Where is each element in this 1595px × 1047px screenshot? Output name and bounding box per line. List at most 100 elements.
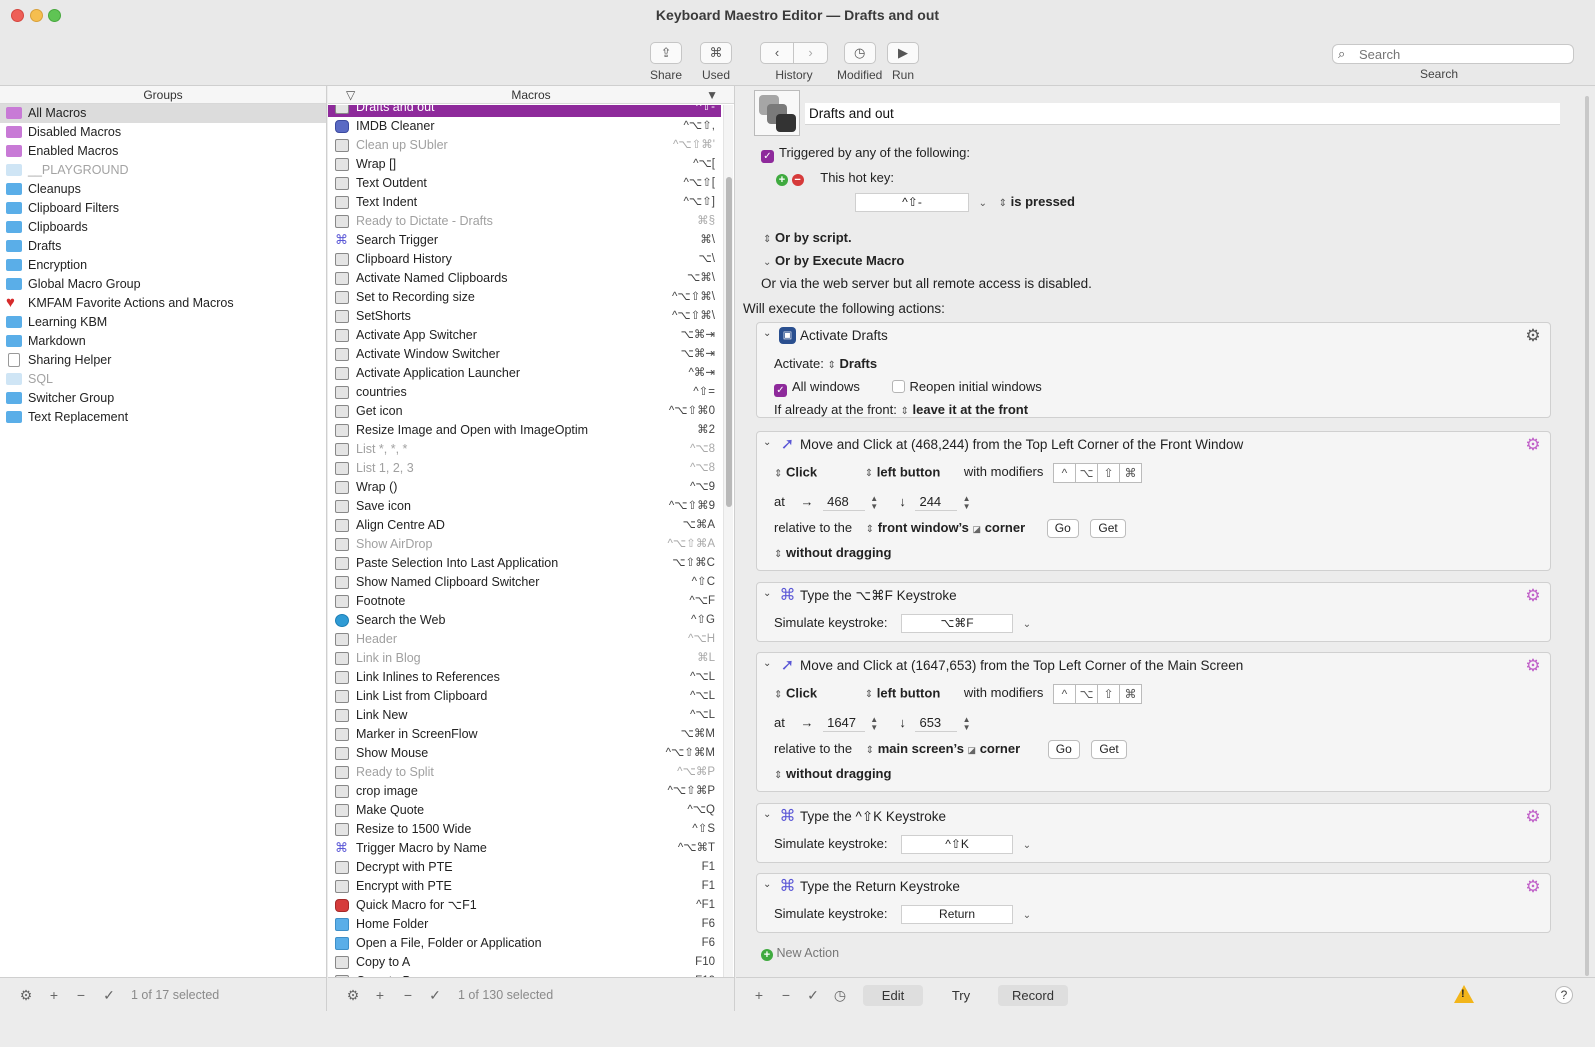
editor-scrollbar[interactable]	[1583, 96, 1591, 996]
macro-name-field[interactable]: Drafts and out	[805, 103, 1560, 125]
control-modifier-button[interactable]: ^	[1053, 463, 1076, 483]
macro-item[interactable]: Copy to A F10	[328, 953, 721, 972]
macro-item[interactable]: Link New ^⌥L	[328, 706, 721, 725]
action-type-keystroke-ctrl-shift-k[interactable]: ⌄ ⌘ Type the ^⇧K Keystroke ⚙ Simulate ke…	[756, 803, 1551, 863]
macro-item[interactable]: Activate App Switcher ⌥⌘⇥	[328, 326, 721, 345]
macro-item[interactable]: Drafts and out ^⇧-	[328, 105, 721, 117]
triggered-checkbox[interactable]: ✓	[761, 150, 774, 163]
dragging-popup[interactable]: without dragging	[786, 545, 891, 560]
gear-icon[interactable]: ⚙	[1524, 808, 1542, 826]
macro-item[interactable]: Link Inlines to References ^⌥L	[328, 668, 721, 687]
y-coordinate-field[interactable]: 244	[915, 492, 958, 511]
macro-item[interactable]: Get icon ^⌥⇧⌘0	[328, 402, 721, 421]
macro-item[interactable]: Activate Window Switcher ⌥⌘⇥	[328, 345, 721, 364]
macro-item[interactable]: IMDB Cleaner ^⌥⇧,	[328, 117, 721, 136]
y-stepper[interactable]: ▲ ▼	[961, 494, 972, 511]
macro-item[interactable]: Ready to Split ^⌥⌘P	[328, 763, 721, 782]
macro-item[interactable]: Header ^⌥H	[328, 630, 721, 649]
action-activate-drafts[interactable]: ⌄ ▣ Activate Drafts ⚙ Activate: ⇕ Drafts…	[756, 322, 1551, 418]
option-modifier-button[interactable]: ⌥	[1075, 684, 1098, 704]
sort-triangle-icon[interactable]: ▽	[346, 86, 355, 104]
dragging-popup[interactable]: without dragging	[786, 766, 891, 781]
macro-item[interactable]: ⌘ Search Trigger ⌘\	[328, 231, 721, 250]
used-toolbar-item[interactable]: ⌘ Used	[700, 42, 732, 82]
macro-item[interactable]: Show Named Clipboard Switcher ^⇧C	[328, 573, 721, 592]
click-type-popup[interactable]: Click	[786, 685, 817, 700]
macro-item[interactable]: Search the Web ^⇧G	[328, 611, 721, 630]
x-coordinate-field[interactable]: 468	[823, 492, 866, 511]
macro-item[interactable]: countries ^⇧=	[328, 383, 721, 402]
is-pressed-popup[interactable]: is pressed	[1011, 194, 1075, 209]
group-item[interactable]: __PLAYGROUND	[0, 161, 326, 180]
clock-icon[interactable]: ◷	[831, 987, 849, 1003]
remove-group-button[interactable]: −	[72, 987, 90, 1003]
macro-item[interactable]: Show Mouse ^⌥⇧⌘M	[328, 744, 721, 763]
mouse-button-popup[interactable]: left button	[877, 464, 941, 479]
group-item[interactable]: Clipboards	[0, 218, 326, 237]
mouse-button-popup[interactable]: left button	[877, 685, 941, 700]
macro-item[interactable]: Wrap () ^⌥9	[328, 478, 721, 497]
chevron-down-icon[interactable]: ⌄	[1023, 840, 1031, 851]
group-item[interactable]: Disabled Macros	[0, 123, 326, 142]
keystroke-field[interactable]: ⌥⌘F	[901, 614, 1014, 633]
chevron-down-icon[interactable]: ⌄	[979, 198, 987, 209]
macro-item[interactable]: ⌘ Trigger Macro by Name ^⌥⌘T	[328, 839, 721, 858]
gear-icon[interactable]: ⚙	[17, 987, 35, 1003]
macro-item[interactable]: Set to Recording size ^⌥⇧⌘\	[328, 288, 721, 307]
action-move-click-main-screen[interactable]: ⌄ ➚ Move and Click at (1647,653) from th…	[756, 652, 1551, 792]
relative-to-popup[interactable]: front window’s	[878, 520, 969, 535]
group-item[interactable]: Switcher Group	[0, 389, 326, 408]
macro-item[interactable]: List *, *, * ^⌥8	[328, 440, 721, 459]
group-item[interactable]: Sharing Helper	[0, 351, 326, 370]
go-button[interactable]: Go	[1047, 740, 1080, 759]
triggered-row[interactable]: ✓ Triggered by any of the following:	[761, 145, 970, 163]
group-item[interactable]: Learning KBM	[0, 313, 326, 332]
help-button[interactable]: ?	[1555, 986, 1573, 1004]
group-item[interactable]: Global Macro Group	[0, 275, 326, 294]
disclosure-icon[interactable]: ⌄	[763, 879, 771, 890]
reopen-windows-checkbox[interactable]	[891, 380, 905, 393]
if-front-popup[interactable]: leave it at the front	[913, 402, 1029, 417]
macro-item[interactable]: Link in Blog ⌘L	[328, 649, 721, 668]
macro-item[interactable]: Open a File, Folder or Application F6	[328, 934, 721, 953]
remove-macro-button[interactable]: −	[399, 987, 417, 1003]
group-item[interactable]: Encryption	[0, 256, 326, 275]
or-by-script-row[interactable]: ⇕ Or by script.	[763, 230, 852, 245]
group-item[interactable]: Cleanups	[0, 180, 326, 199]
group-item[interactable]: Markdown	[0, 332, 326, 351]
group-item[interactable]: Text Replacement	[0, 408, 326, 427]
macro-item[interactable]: Activate Application Launcher ^⌘⇥	[328, 364, 721, 383]
all-windows-checkbox[interactable]: ✓	[774, 384, 787, 397]
disclosure-icon[interactable]: ⌄	[763, 437, 771, 448]
macro-item[interactable]: Paste Selection Into Last Application ⌥⇧⌘…	[328, 554, 721, 573]
back-icon[interactable]: ‹	[760, 42, 794, 64]
edit-button[interactable]: Edit	[863, 985, 923, 1006]
try-button[interactable]: Try	[931, 985, 991, 1006]
macro-item[interactable]: crop image ^⌥⇧⌘P	[328, 782, 721, 801]
x-stepper[interactable]: ▲ ▼	[869, 715, 880, 732]
command-modifier-button[interactable]: ⌘	[1119, 684, 1142, 704]
y-coordinate-field[interactable]: 653	[915, 713, 958, 732]
add-trigger-icon[interactable]: +	[776, 174, 788, 186]
macro-item[interactable]: Save icon ^⌥⇧⌘9	[328, 497, 721, 516]
macro-item[interactable]: SetShorts ^⌥⇧⌘\	[328, 307, 721, 326]
macro-item[interactable]: Clipboard History ⌥\	[328, 250, 721, 269]
macro-item[interactable]: List 1, 2, 3 ^⌥8	[328, 459, 721, 478]
macros-scrollbar[interactable]	[723, 105, 733, 991]
add-macro-button[interactable]: +	[371, 987, 389, 1003]
forward-icon[interactable]: ›	[794, 42, 828, 64]
macro-item[interactable]: Link List from Clipboard ^⌥L	[328, 687, 721, 706]
gear-icon[interactable]: ⚙	[1524, 657, 1542, 675]
x-stepper[interactable]: ▲ ▼	[869, 494, 880, 511]
get-button[interactable]: Get	[1091, 740, 1127, 759]
run-toolbar-item[interactable]: ▶ Run	[887, 42, 919, 82]
macro-item[interactable]: Wrap [] ^⌥[	[328, 155, 721, 174]
record-button[interactable]: Record	[998, 985, 1068, 1006]
command-modifier-button[interactable]: ⌘	[1119, 463, 1142, 483]
control-modifier-button[interactable]: ^	[1053, 684, 1076, 704]
history-toolbar-item[interactable]: ‹ › History	[760, 42, 828, 82]
macro-item[interactable]: Resize to 1500 Wide ^⇧S	[328, 820, 721, 839]
keystroke-field[interactable]: ^⇧K	[901, 835, 1014, 854]
click-type-popup[interactable]: Click	[786, 464, 817, 479]
activate-app-popup[interactable]: Drafts	[840, 356, 878, 371]
